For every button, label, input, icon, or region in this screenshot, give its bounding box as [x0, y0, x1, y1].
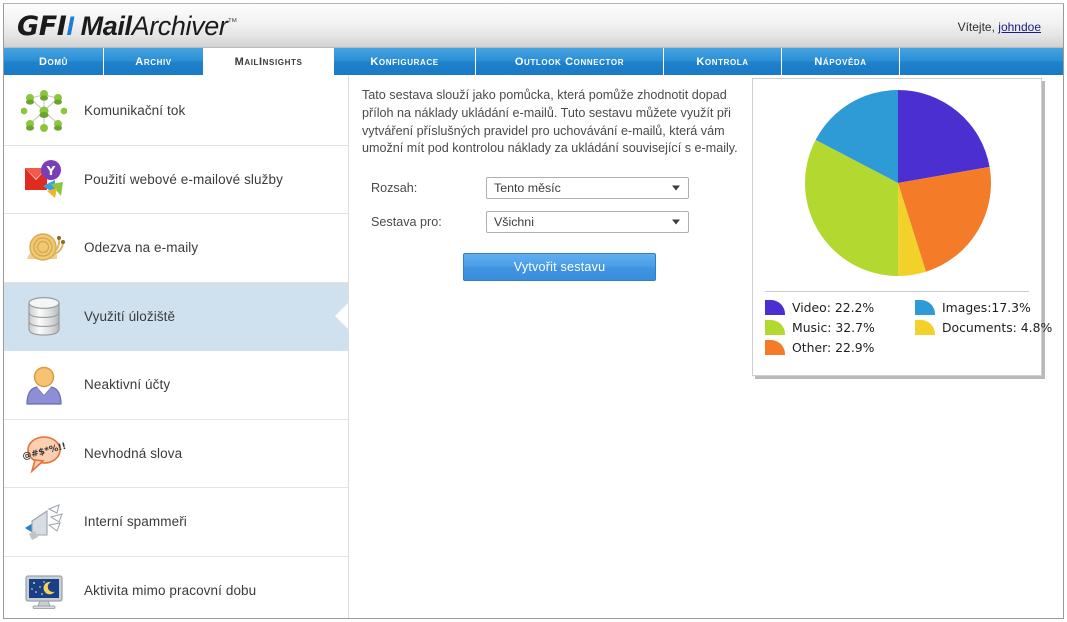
report-for-label: Sestava pro:: [371, 215, 442, 230]
range-select[interactable]: Tento měsíc: [486, 177, 689, 200]
mailinsights-sidebar: Komunikační tok Y Použití webové e-mailo…: [4, 75, 348, 618]
sidebar-item-odezva[interactable]: Odezva na e-maily: [4, 214, 348, 283]
report-main-panel: Tato sestava slouží jako pomůcka, která …: [348, 75, 1063, 618]
chevron-down-icon: [672, 185, 680, 191]
legend-label-documents: Documents: 4.8%: [942, 320, 1053, 335]
sidebar-item-komunikacni-tok[interactable]: Komunikační tok: [4, 77, 348, 146]
logo-gfi-text: GFI: [17, 11, 67, 42]
user-icon: [18, 361, 70, 409]
legend-swatch-other: [765, 340, 785, 355]
report-for-select-value: Všichni: [494, 215, 534, 230]
database-icon: [18, 292, 70, 340]
chevron-down-icon: [672, 219, 680, 225]
window-shell: GFII MailArchiver™ Vítejte, johndoe Domů…: [3, 3, 1064, 619]
legend-label-video: Video: 22.2%: [792, 300, 875, 315]
welcome-message: Vítejte, johndoe: [958, 20, 1041, 34]
sidebar-label-vyuziti-uloziste: Využití úložiště: [84, 308, 176, 324]
webmail-services-icon: Y: [18, 155, 70, 203]
night-monitor-icon: [18, 567, 70, 615]
sidebar-label-komunikacni-tok: Komunikační tok: [84, 103, 186, 119]
logo-mail-text: Mail: [80, 11, 132, 41]
app-header: GFII MailArchiver™ Vítejte, johndoe: [4, 4, 1063, 48]
sidebar-label-interni-spammeri: Interní spammeři: [84, 514, 187, 530]
tab-napoveda[interactable]: Nápověda: [782, 48, 900, 75]
main-tabbar: Domů Archiv MailInsights Konfigurace Out…: [4, 48, 1063, 75]
chart-legend: Video: 22.2% Images:17.3% Music: 32.7% D…: [753, 292, 1052, 355]
range-select-value: Tento měsíc: [494, 181, 561, 196]
legend-label-images: Images:17.3%: [942, 300, 1031, 315]
legend-swatch-video: [765, 300, 785, 315]
megaphone-icon: [18, 498, 70, 546]
legend-item-music: Music: 32.7%: [765, 320, 915, 335]
legend-swatch-images: [915, 300, 935, 315]
tab-konfigurace[interactable]: Konfigurace: [334, 48, 476, 75]
speech-bubble-icon: @#$*%!!: [18, 429, 70, 477]
legend-item-video: Video: 22.2%: [765, 300, 915, 315]
storage-usage-chart-panel: Video: 22.2% Images:17.3% Music: 32.7% D…: [752, 78, 1052, 376]
sidebar-label-webmail: Použití webové e-mailové služby: [84, 171, 283, 187]
network-people-icon: [18, 87, 70, 135]
pie-chart-area: [753, 79, 1043, 291]
report-for-select[interactable]: Všichni: [486, 211, 689, 234]
sidebar-item-neaktivni-ucty[interactable]: Neaktivní účty: [4, 351, 348, 420]
report-description: Tato sestava slouží jako pomůcka, která …: [362, 88, 738, 156]
pie-slice-video: [898, 90, 990, 183]
sidebar-label-neaktivni-ucty: Neaktivní účty: [84, 377, 171, 393]
legend-swatch-music: [765, 320, 785, 335]
tab-mailinsights[interactable]: MailInsights: [204, 48, 334, 75]
tab-kontrola[interactable]: Kontrola: [664, 48, 782, 75]
application-window: GFII MailArchiver™ Vítejte, johndoe Domů…: [0, 0, 1067, 622]
sidebar-item-webmail[interactable]: Y Použití webové e-mailové služby: [4, 146, 348, 214]
tab-outlook-connector[interactable]: Outlook Connector: [476, 48, 664, 75]
welcome-label: Vítejte,: [957, 20, 995, 34]
logo-trademark: ™: [227, 17, 238, 28]
sidebar-item-aktivita-mimo-dobu[interactable]: Aktivita mimo pracovní dobu: [4, 557, 348, 619]
snail-icon: [18, 224, 70, 272]
create-report-button[interactable]: Vytvořit sestavu: [463, 253, 656, 282]
sidebar-item-interni-spammeri[interactable]: Interní spammeři: [4, 488, 348, 557]
tab-domu[interactable]: Domů: [4, 48, 104, 75]
selected-indicator-notch: [335, 303, 348, 330]
sidebar-item-vyuziti-uloziste[interactable]: Využití úložiště: [4, 282, 348, 351]
svg-text:Y: Y: [46, 164, 56, 178]
legend-label-music: Music: 32.7%: [792, 320, 875, 335]
logo-accent-bar: I: [66, 11, 74, 41]
sidebar-label-nevhodna-slova: Nevhodná slova: [84, 445, 183, 461]
legend-label-other: Other: 22.9%: [792, 340, 875, 355]
pie-chart: [805, 90, 992, 277]
username-link[interactable]: johndoe: [998, 20, 1041, 34]
range-label: Rozsah:: [371, 181, 418, 196]
legend-item-other: Other: 22.9%: [765, 340, 915, 355]
sidebar-label-odezva: Odezva na e-maily: [84, 240, 199, 256]
legend-item-images: Images:17.3%: [915, 300, 1052, 315]
tabbar-filler: [900, 48, 1063, 75]
tab-archiv[interactable]: Archiv: [104, 48, 204, 75]
sidebar-item-nevhodna-slova[interactable]: @#$*%!! Nevhodná slova: [4, 420, 348, 488]
legend-item-documents: Documents: 4.8%: [915, 320, 1052, 335]
legend-swatch-documents: [915, 320, 935, 335]
page-body: Komunikační tok Y Použití webové e-mailo…: [4, 75, 1063, 618]
app-logo: GFII MailArchiver™: [17, 11, 237, 42]
logo-archiver-text: Archiver: [131, 11, 228, 41]
sidebar-label-aktivita-mimo-dobu: Aktivita mimo pracovní dobu: [84, 583, 257, 599]
